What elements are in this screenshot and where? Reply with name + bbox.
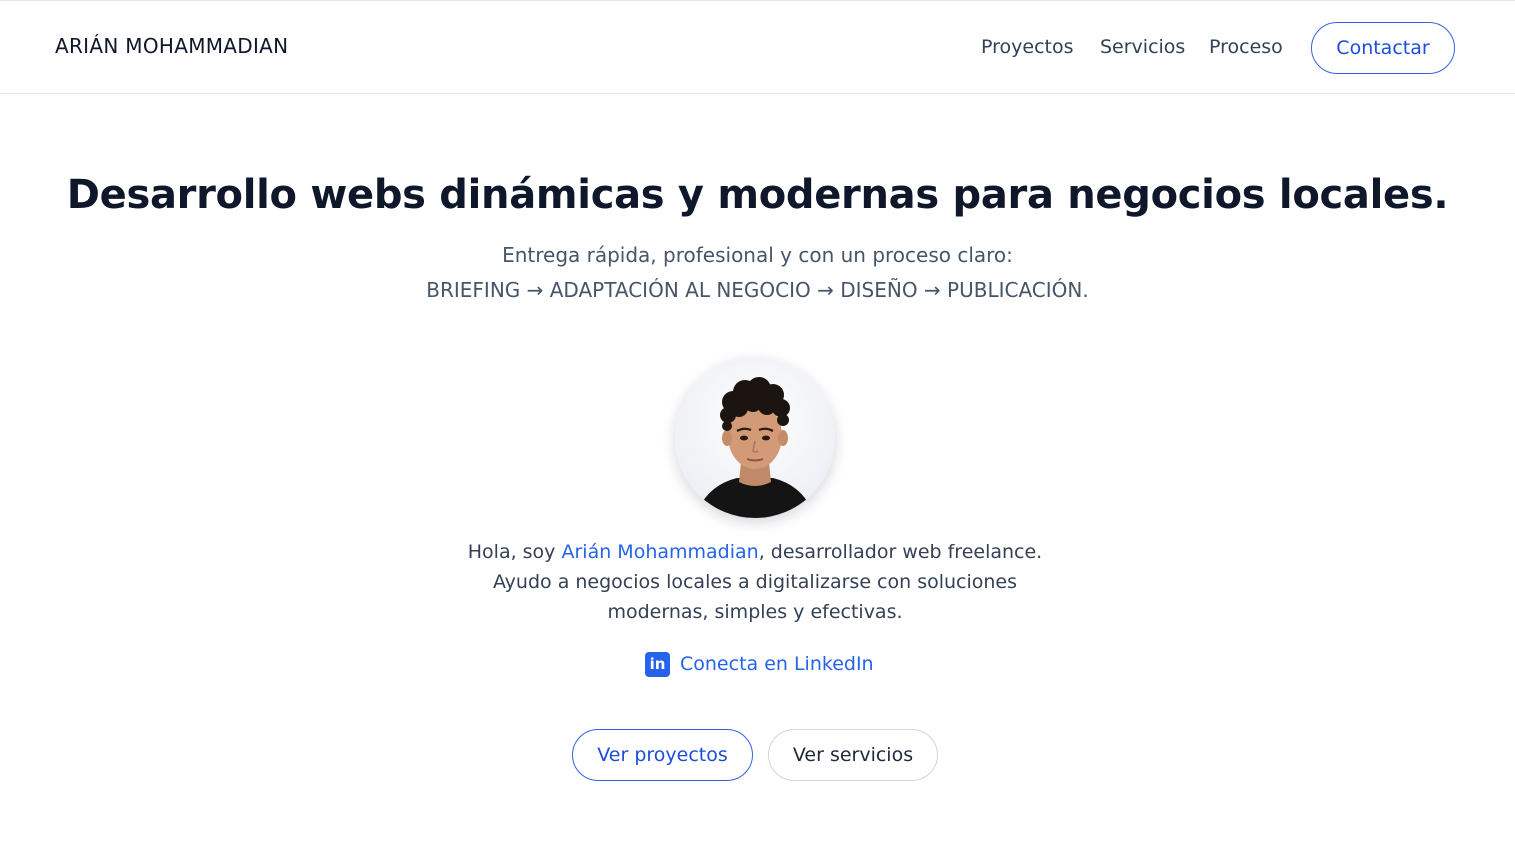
- bio-prefix: Hola, soy: [467, 541, 562, 563]
- bio-line-2: Ayudo a negocios locales a digitalizarse…: [492, 571, 1018, 593]
- avatar: [675, 358, 835, 518]
- contact-button[interactable]: Contactar: [1311, 22, 1455, 74]
- bio-intro: Hola, soy Arián Mohammadian, desarrollad…: [0, 541, 1510, 563]
- nav-link-projects[interactable]: Proyectos: [981, 36, 1074, 58]
- avatar-portrait: [695, 377, 815, 518]
- view-projects-button[interactable]: Ver proyectos: [572, 729, 753, 781]
- site-header: ARIÁN MOHAMMADIAN Proyectos Servicios Pr…: [0, 0, 1515, 94]
- bio-name: Arián Mohammadian: [561, 541, 759, 563]
- hero-subtitle: Entrega rápida, profesional y con un pro…: [502, 243, 1013, 267]
- linkedin-icon: in: [645, 651, 670, 677]
- bio-line-3: modernas, simples y efectivas.: [607, 601, 903, 623]
- linkedin-link[interactable]: in Conecta en LinkedIn: [645, 651, 874, 677]
- hero-title: Desarrollo webs dinámicas y modernas par…: [66, 172, 1449, 218]
- brand-logo[interactable]: ARIÁN MOHAMMADIAN: [55, 34, 288, 58]
- process-steps: BRIEFING → ADAPTACIÓN AL NEGOCIO → DISEÑ…: [426, 278, 1089, 302]
- nav-link-process[interactable]: Proceso: [1209, 36, 1283, 58]
- nav-link-services[interactable]: Servicios: [1100, 36, 1185, 58]
- view-services-button[interactable]: Ver servicios: [768, 729, 938, 781]
- linkedin-label: Conecta en LinkedIn: [680, 653, 874, 675]
- bio-suffix: , desarrollador web freelance.: [758, 541, 1043, 563]
